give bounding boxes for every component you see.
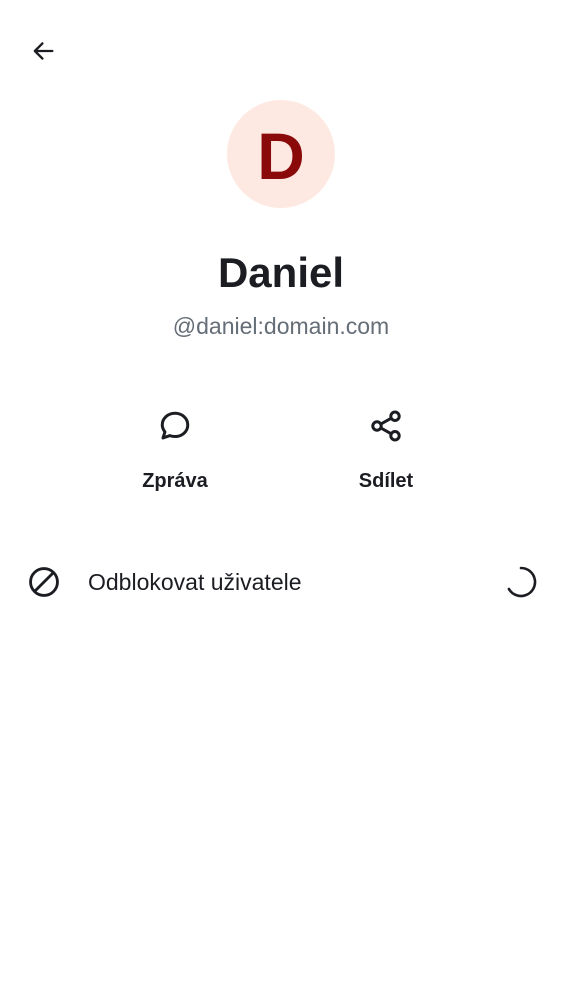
avatar-initial: D <box>257 119 305 193</box>
unblock-user-row[interactable]: Odblokovat uživatele <box>0 552 562 612</box>
arrow-left-icon <box>33 42 54 60</box>
unblock-user-label: Odblokovat uživatele <box>88 569 302 595</box>
back-button[interactable] <box>22 30 64 72</box>
chat-bubble-icon <box>155 406 195 446</box>
avatar: D <box>227 100 335 208</box>
share-button[interactable]: Sdílet <box>316 400 456 500</box>
user-id: @daniel:domain.com <box>172 313 390 339</box>
share-label: Sdílet <box>358 470 414 492</box>
block-icon <box>25 563 63 601</box>
message-button[interactable]: Zpráva <box>105 400 245 500</box>
display-name: Daniel <box>217 249 345 296</box>
loading-spinner-icon <box>507 566 537 598</box>
message-label: Zpráva <box>142 470 208 492</box>
share-icon <box>366 406 406 446</box>
